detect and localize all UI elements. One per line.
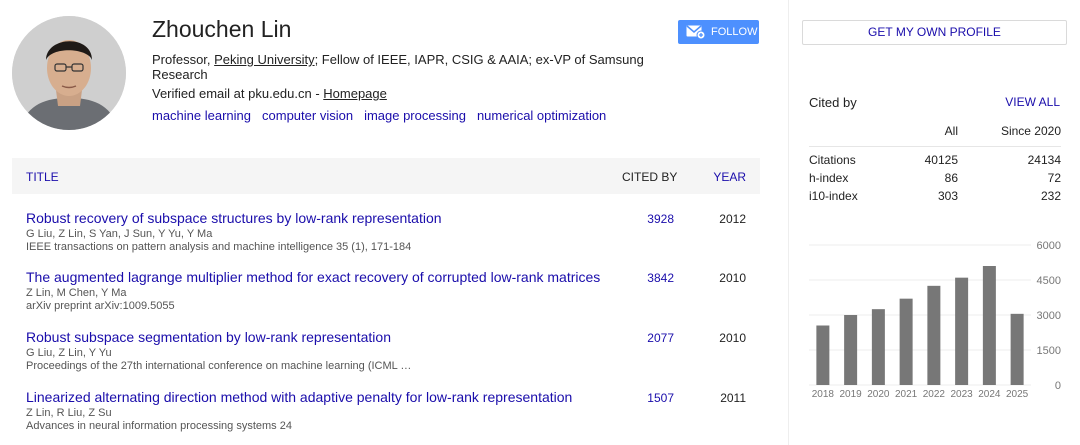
research-interests: machine learning computer vision image pro… (152, 108, 617, 123)
citation-bar-2021[interactable] (899, 298, 913, 385)
y-tick-label: 0 (1055, 380, 1061, 392)
x-tick-label: 2018 (812, 389, 835, 400)
citation-stats-table: All Since 2020 Citations 40125 24134 h-i… (809, 124, 1061, 207)
y-tick-label: 6000 (1037, 240, 1061, 252)
article-year: 2010 (719, 331, 746, 345)
article-venue: Proceedings of the 27th international co… (26, 360, 412, 372)
article-authors: Z Lin, R Liu, Z Su (26, 407, 112, 419)
citation-bar-2025[interactable] (1010, 313, 1024, 385)
stats-row: i10-index 303 232 (809, 189, 1061, 207)
x-tick-label: 2021 (895, 389, 918, 400)
citation-bar-2022[interactable] (927, 285, 941, 385)
stat-all: 303 (937, 189, 958, 203)
article-row: Linearized alternating direction method … (12, 389, 760, 445)
stat-label[interactable]: Citations (809, 153, 856, 167)
articles-table-header: TITLE CITED BY YEAR (12, 158, 760, 194)
homepage-link[interactable]: Homepage (323, 86, 387, 101)
article-row: Robust recovery of subspace structures b… (12, 210, 760, 266)
stats-header-row: All Since 2020 (809, 124, 1061, 142)
profile-photo (12, 16, 126, 130)
stat-label[interactable]: h-index (809, 171, 848, 185)
y-tick-label: 4500 (1037, 275, 1061, 287)
col-all-header: All (944, 124, 958, 138)
citations-per-year-chart: 0 1500 3000 4500 6000 2018 2019 2020 2021 2022 202… (809, 240, 1061, 400)
view-all-link[interactable]: VIEW ALL (1005, 95, 1060, 109)
follow-button[interactable]: FOLLOW (678, 20, 759, 44)
article-year: 2012 (719, 212, 746, 226)
article-year: 2010 (719, 271, 746, 285)
citation-bar-2018[interactable] (816, 325, 830, 386)
article-cited-by[interactable]: 3928 (647, 212, 674, 226)
stats-row: h-index 86 72 (809, 171, 1061, 189)
affiliation-link[interactable]: Peking University (214, 52, 314, 67)
interest-link[interactable]: image processing (364, 108, 466, 123)
profile-email: Verified email at pku.edu.cn - Homepage (152, 86, 387, 101)
interest-link[interactable]: numerical optimization (477, 108, 606, 123)
stat-label[interactable]: i10-index (809, 189, 858, 203)
article-authors: G Liu, Z Lin, Y Yu (26, 347, 112, 359)
article-title[interactable]: Robust recovery of subspace structures b… (26, 210, 442, 226)
article-venue: IEEE transactions on pattern analysis an… (26, 241, 412, 253)
article-authors: Z Lin, M Chen, Y Ma (26, 287, 127, 299)
article-year: 2011 (720, 391, 746, 405)
citation-bar-2023[interactable] (955, 277, 969, 385)
article-venue: arXiv preprint arXiv:1009.5055 (26, 300, 175, 312)
stats-row: Citations 40125 24134 (809, 153, 1061, 171)
sort-by-year[interactable]: YEAR (713, 170, 746, 184)
stat-since: 72 (1047, 171, 1061, 185)
profile-name: Zhouchen Lin (152, 16, 292, 42)
stats-divider (809, 146, 1061, 147)
y-tick-label: 1500 (1037, 345, 1061, 357)
col-since-header: Since 2020 (1000, 124, 1061, 138)
x-tick-label: 2023 (951, 389, 974, 400)
x-tick-label: 2025 (1006, 389, 1029, 400)
article-venue: Advances in neural information processin… (26, 420, 292, 432)
citation-sidebar: GET MY OWN PROFILE Cited by VIEW ALL All… (788, 0, 1080, 445)
stat-since: 24134 (1027, 153, 1061, 167)
article-cited-by[interactable]: 2077 (647, 331, 674, 345)
article-authors: G Liu, Z Lin, S Yan, J Sun, Y Yu, Y Ma (26, 228, 213, 240)
article-row: Robust subspace segmentation by low-rank… (12, 329, 760, 385)
article-row: The augmented lagrange multiplier method… (12, 269, 760, 325)
affiliation-prefix: Professor, (152, 52, 215, 67)
x-tick-label: 2019 (840, 389, 863, 400)
article-cited-by[interactable]: 1507 (647, 391, 674, 405)
article-cited-by[interactable]: 3842 (647, 271, 674, 285)
profile-affiliation: Professor, Peking University; Fellow of … (152, 52, 672, 82)
article-title[interactable]: The augmented lagrange multiplier method… (26, 269, 600, 285)
stat-since: 232 (1040, 189, 1061, 203)
stat-all: 86 (944, 171, 958, 185)
sort-by-cited[interactable]: CITED BY (622, 170, 677, 184)
interest-link[interactable]: machine learning (152, 108, 251, 123)
x-tick-label: 2024 (978, 389, 1001, 400)
sort-by-title[interactable]: TITLE (26, 170, 59, 184)
interest-link[interactable]: computer vision (262, 108, 353, 123)
get-own-profile-button[interactable]: GET MY OWN PROFILE (802, 20, 1067, 45)
citation-bar-2019[interactable] (844, 315, 858, 385)
citation-bar-2024[interactable] (982, 266, 996, 385)
citation-bar-2020[interactable] (871, 309, 885, 385)
cited-by-heading: Cited by (809, 95, 857, 110)
x-tick-label: 2020 (867, 389, 890, 400)
article-title[interactable]: Robust subspace segmentation by low-rank… (26, 329, 391, 345)
stat-all: 40125 (924, 153, 958, 167)
email-text: Verified email at pku.edu.cn - (152, 86, 324, 101)
mail-icon (686, 25, 706, 39)
x-tick-label: 2022 (923, 389, 946, 400)
profile-main: Zhouchen Lin Professor, Peking Universit… (0, 0, 770, 445)
follow-label: FOLLOW (711, 26, 758, 38)
y-tick-label: 3000 (1037, 310, 1061, 322)
article-title[interactable]: Linearized alternating direction method … (26, 389, 572, 405)
